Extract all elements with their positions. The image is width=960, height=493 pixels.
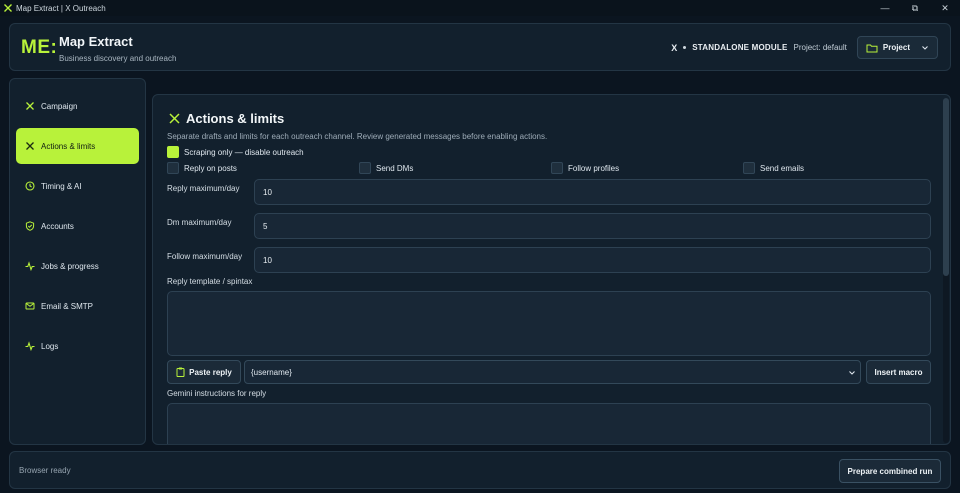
sidebar-item-label: Timing & AI — [41, 181, 82, 191]
logo: ME: — [21, 37, 58, 58]
follow-profiles-checkbox[interactable] — [551, 162, 563, 174]
minimize-button[interactable]: — — [870, 0, 900, 16]
app-x-icon — [3, 3, 13, 13]
chevron-down-icon — [849, 371, 855, 375]
reply-template-label: Reply template / spintax — [167, 277, 253, 286]
window-title: Map Extract | X Outreach — [16, 3, 106, 13]
x-icon — [26, 142, 34, 150]
sidebar: Campaign Actions & limits Timing & AI Ac… — [9, 78, 146, 445]
pulse-icon — [25, 341, 35, 351]
page-description: Separate drafts and limits for each outr… — [167, 132, 548, 141]
reply-max-label: Reply maximum/day — [167, 184, 240, 193]
macro-select-value: {username} — [251, 367, 292, 377]
sidebar-item-actions-limits[interactable]: Actions & limits — [16, 128, 139, 164]
x-icon — [26, 102, 34, 110]
project-button[interactable]: Project — [856, 36, 938, 59]
sidebar-item-campaign[interactable]: Campaign — [16, 88, 139, 124]
follow-max-label: Follow maximum/day — [167, 252, 243, 261]
pulse-icon — [25, 261, 35, 271]
clipboard-icon — [176, 367, 185, 377]
project-button-label: Project — [882, 43, 910, 52]
sidebar-item-email-smtp[interactable]: Email & SMTP — [16, 288, 139, 324]
follow-profiles-option[interactable]: Follow profiles — [551, 162, 619, 174]
app-subtitle: Business discovery and outreach — [59, 54, 177, 63]
main-scrollbar[interactable] — [943, 98, 949, 443]
sidebar-item-jobs-progress[interactable]: Jobs & progress — [16, 248, 139, 284]
reply-max-input[interactable]: 10 — [254, 179, 931, 205]
paste-reply-button[interactable]: Paste reply — [167, 360, 241, 384]
send-emails-label: Send emails — [760, 163, 805, 173]
gemini-instructions-textarea[interactable] — [167, 403, 931, 444]
scrollbar-thumb[interactable] — [943, 98, 949, 276]
send-emails-checkbox[interactable] — [743, 162, 755, 174]
x-icon — [169, 113, 180, 124]
browser-status: Browser ready — [19, 466, 71, 475]
reply-on-posts-option[interactable]: Reply on posts — [167, 162, 237, 174]
dm-max-input[interactable]: 5 — [254, 213, 931, 239]
send-emails-option[interactable]: Send emails — [743, 162, 804, 174]
gemini-instructions-label: Gemini instructions for reply — [167, 389, 267, 398]
sidebar-item-accounts[interactable]: Accounts — [16, 208, 139, 244]
maximize-button[interactable]: ⧉ — [900, 0, 930, 16]
scraping-only-toggle[interactable]: Scraping only — disable outreach — [167, 146, 304, 158]
macro-select[interactable]: {username} — [244, 360, 861, 384]
project-status: Project: default — [793, 43, 847, 52]
sidebar-item-label: Campaign — [41, 101, 78, 111]
send-dms-checkbox[interactable] — [359, 162, 371, 174]
clock-icon — [25, 181, 35, 191]
send-dms-option[interactable]: Send DMs — [359, 162, 413, 174]
paste-reply-label: Paste reply — [189, 367, 232, 377]
separator-dot — [683, 46, 687, 49]
status-bar: Browser ready Prepare combined run — [9, 451, 951, 489]
sidebar-item-label: Actions & limits — [41, 141, 96, 151]
sidebar-item-label: Logs — [41, 341, 59, 351]
main-panel: Actions & limits Separate drafts and lim… — [152, 94, 951, 445]
mail-icon — [25, 302, 35, 310]
close-button[interactable]: ✕ — [930, 0, 960, 16]
dm-max-label: Dm maximum/day — [167, 218, 232, 227]
prepare-combined-run-button[interactable]: Prepare combined run — [839, 459, 941, 483]
folder-icon — [866, 44, 878, 52]
module-label: STANDALONE MODULE — [692, 43, 788, 52]
insert-macro-button[interactable]: Insert macro — [866, 360, 931, 384]
page-title: Actions & limits — [186, 111, 285, 126]
shield-check-icon — [25, 221, 35, 231]
scraping-only-label: Scraping only — disable outreach — [184, 147, 304, 157]
reply-on-posts-checkbox[interactable] — [167, 162, 179, 174]
sidebar-item-timing-ai[interactable]: Timing & AI — [16, 168, 139, 204]
app-title: Map Extract — [59, 34, 133, 49]
reply-on-posts-label: Reply on posts — [184, 163, 237, 173]
module-x-label: X — [671, 42, 678, 53]
app-header: ME: Map Extract Business discovery and o… — [9, 23, 951, 71]
sidebar-item-label: Jobs & progress — [41, 261, 99, 271]
follow-max-input[interactable]: 10 — [254, 247, 931, 273]
sidebar-item-label: Email & SMTP — [41, 301, 94, 311]
sidebar-item-logs[interactable]: Logs — [16, 328, 139, 364]
scraping-only-checkbox[interactable] — [167, 146, 179, 158]
sidebar-item-label: Accounts — [41, 221, 74, 231]
reply-template-textarea[interactable] — [167, 291, 931, 356]
send-dms-label: Send DMs — [376, 163, 414, 173]
follow-profiles-label: Follow profiles — [568, 163, 620, 173]
title-bar: Map Extract | X Outreach — ⧉ ✕ — [0, 0, 960, 16]
chevron-down-icon — [922, 45, 928, 50]
